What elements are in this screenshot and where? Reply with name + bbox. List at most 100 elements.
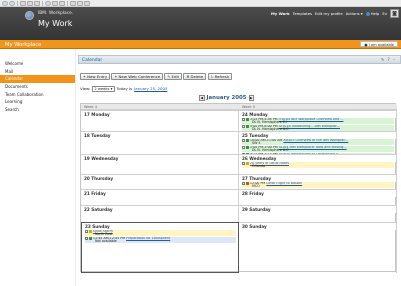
back-icon[interactable] xyxy=(2,0,8,6)
entry-checkbox[interactable] xyxy=(85,236,89,241)
logout-link[interactable]: Ex xyxy=(382,11,387,16)
calendar-day[interactable]: 27 Thursday 12:00 PMDelta Flight to Bosto… xyxy=(239,174,397,189)
day-header[interactable]: 24 Monday xyxy=(239,111,396,118)
announcement-icon xyxy=(89,230,93,233)
calendar-day[interactable]: 18 Tuesday xyxy=(81,131,239,154)
entry-title-link[interactable]: AD403 Overview of the IBM Workplac... xyxy=(283,139,348,142)
history-icon[interactable] xyxy=(59,0,65,6)
todo-icon xyxy=(246,182,250,185)
sidebar-item-calendar[interactable]: Calendar xyxy=(0,75,75,84)
day-header[interactable]: 29 Saturday xyxy=(239,206,396,213)
refresh-icon[interactable] xyxy=(27,0,33,6)
today-date-link[interactable]: January 25, 2005 xyxy=(134,86,167,91)
entry-checkbox[interactable] xyxy=(242,118,246,122)
portlet-title: Calendar xyxy=(82,57,103,63)
day-header[interactable]: 20 Thursday xyxy=(81,175,238,182)
banner-title: My Work xyxy=(38,19,73,28)
entry-checkbox[interactable] xyxy=(242,139,246,143)
day-header[interactable]: 22 Saturday xyxy=(81,206,238,213)
sidebar-item-documents[interactable]: Documents xyxy=(0,83,75,91)
calendar-day[interactable]: 26 Wednesday 20 years of Lotus Notes Orlan… xyxy=(239,154,397,174)
sidebar-item-team-collaboration[interactable]: Team Collaboration xyxy=(0,91,75,99)
availability-status[interactable]: ● I am available xyxy=(360,41,398,47)
calendar-entry[interactable]: 20 years of Lotus Notes Orlando xyxy=(242,162,394,169)
calendar-day[interactable]: 21 Friday xyxy=(81,189,239,205)
meeting-icon xyxy=(246,145,250,149)
entry-checkbox[interactable] xyxy=(242,124,246,129)
calendar-actions: ✦New Entry ✦New Web Conference ✎Edit ✖De… xyxy=(80,73,233,80)
entry-title-link[interactable]: IT6184 IBM Workplace Overview and ... xyxy=(279,118,344,121)
day-header[interactable]: 28 Friday xyxy=(239,190,396,197)
calendar-entry[interactable]: 12:00 PMDelta Flight to Boston MCO xyxy=(242,182,394,189)
workplace-title: My Workplace xyxy=(5,41,42,48)
sidebar-item-welcome[interactable]: Welcome xyxy=(0,60,75,68)
day-header[interactable]: 27 Thursday xyxy=(239,175,396,182)
entry-title-link[interactable]: Preparation for Lotusphere xyxy=(126,237,170,240)
calendar-day[interactable]: 30 Sunday xyxy=(239,222,397,273)
forward-icon[interactable] xyxy=(9,0,15,6)
sidebar-nav: Welcome Mail Calendar Documents Team Col… xyxy=(0,49,76,286)
mail-icon[interactable] xyxy=(70,0,76,6)
day-header[interactable]: 19 Wednesday xyxy=(81,155,238,162)
calendar-day[interactable]: 25 Tuesday 10:00 AM-11:00 AMAD403 Overvie… xyxy=(239,131,397,159)
entry-checkbox[interactable] xyxy=(85,230,89,234)
calendar-day[interactable]: 29 Saturday xyxy=(239,205,397,222)
entry-title-link[interactable]: Delta Flight to Boston xyxy=(266,182,302,185)
month-navigation: ◀ January 2005 ▶ xyxy=(199,95,255,101)
calendar-day[interactable]: 23 Sunday Snow Storm North East 11:45 AM-12… xyxy=(81,222,239,273)
browser-toolbar xyxy=(0,0,401,7)
day-header[interactable]: 18 Tuesday xyxy=(81,132,238,139)
view-select[interactable]: 2 weeks ▾ xyxy=(92,86,115,92)
day-header[interactable]: 25 Tuesday xyxy=(239,132,396,139)
next-month-button[interactable]: ▶ xyxy=(248,95,255,101)
sidebar-item-mail[interactable]: Mail xyxy=(0,68,75,76)
entry-checkbox[interactable] xyxy=(242,162,246,166)
calendar-entry[interactable]: Snow Storm North East xyxy=(85,230,236,237)
home-icon[interactable] xyxy=(34,0,40,6)
announcement-icon xyxy=(246,162,250,165)
edit-profile-link[interactable]: Edit my profile xyxy=(315,11,343,16)
calendar-entry[interactable]: 10:00 AM-11:00 AMAD403 Overview of the I… xyxy=(242,139,394,146)
entry-checkbox[interactable] xyxy=(242,182,246,186)
search-icon[interactable] xyxy=(45,0,51,6)
entry-checkbox[interactable] xyxy=(242,145,246,150)
day-header[interactable]: 23 Sunday xyxy=(82,223,238,230)
sidebar-item-learning[interactable]: Learning xyxy=(0,98,75,106)
calendar-day[interactable]: 28 Friday xyxy=(239,189,397,205)
my-work-link[interactable]: My Work xyxy=(271,11,290,16)
delete-button[interactable]: ✖Delete xyxy=(183,73,207,80)
day-header[interactable]: 30 Sunday xyxy=(239,223,396,230)
view-label: View: xyxy=(80,86,91,92)
calendar-day[interactable]: 19 Wednesday xyxy=(81,154,239,174)
edit-entry-icon: ✎ xyxy=(167,74,171,79)
refresh-button[interactable]: ↻Refresh xyxy=(207,73,233,80)
calendar-day[interactable]: 17 Monday xyxy=(81,110,239,131)
sidebar-item-search[interactable]: Search xyxy=(0,106,75,114)
favorites-icon[interactable] xyxy=(52,0,58,6)
calendar-entry[interactable]: 1:00 PM-2:00 PMID104 IBM Workplace: Now … xyxy=(242,145,394,153)
templates-link[interactable]: Templates xyxy=(293,11,312,16)
day-header[interactable]: 17 Monday xyxy=(81,111,238,118)
new-entry-button[interactable]: ✦New Entry xyxy=(80,73,110,80)
calendar-day[interactable]: 22 Saturday xyxy=(81,205,239,222)
edit-button[interactable]: ✎Edit xyxy=(164,73,182,80)
edit-icon[interactable] xyxy=(84,0,90,6)
calendar-day[interactable]: 20 Thursday xyxy=(81,174,239,189)
help-link[interactable]: Help xyxy=(365,11,379,16)
day-header[interactable]: 26 Wednesday xyxy=(239,155,396,162)
new-entry-label: New Entry xyxy=(87,74,108,79)
day-header[interactable]: 21 Friday xyxy=(81,190,238,197)
stop-icon[interactable] xyxy=(20,0,26,6)
window-corner-icon[interactable]: ◙ xyxy=(390,9,399,18)
calendar-entry[interactable]: 11:45 AM-12:45 PMPreparation for Lotusph… xyxy=(85,236,236,244)
calendar-entry[interactable]: 3:45 PM-4:45 PMIT6184 IBM Workplace Over… xyxy=(242,118,394,125)
calendar-day[interactable]: 24 Monday 3:45 PM-4:45 PMIT6184 IBM Workp… xyxy=(239,110,397,132)
entry-location: MCO xyxy=(252,184,260,189)
prev-month-button[interactable]: ◀ xyxy=(199,95,205,101)
new-web-conference-button[interactable]: ✦New Web Conference xyxy=(111,73,163,80)
actions-menu[interactable]: Actions ▾ xyxy=(346,11,363,16)
top-nav-links: My Work Templates Edit my profile Action… xyxy=(271,11,387,16)
portlet-controls[interactable]: ✎ ? – xyxy=(381,57,396,62)
workplace-logo-icon xyxy=(25,11,34,20)
print-icon[interactable] xyxy=(77,0,83,6)
